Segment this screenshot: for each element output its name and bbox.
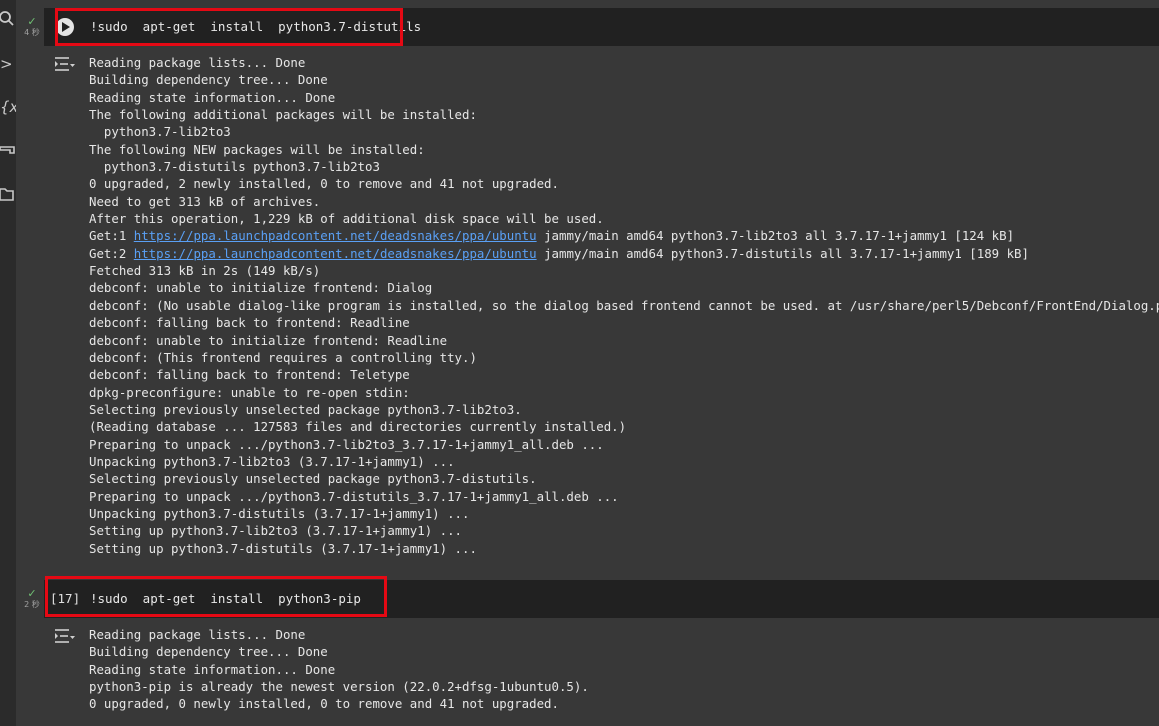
output-line: debconf: unable to initialize frontend: …	[89, 280, 433, 296]
output-line: Unpacking python3.7-lib2to3 (3.7.17-1+ja…	[89, 453, 455, 469]
output-line: Need to get 313 kB of archives.	[89, 193, 321, 209]
output-line: 0 upgraded, 2 newly installed, 0 to remo…	[89, 176, 559, 192]
cell1-exec-time: 4 秒	[24, 28, 40, 37]
output-line: debconf: unable to initialize frontend: …	[89, 332, 448, 348]
output-line: After this operation, 1,229 kB of additi…	[89, 211, 604, 227]
output-line: Reading state information... Done	[89, 661, 336, 677]
cell2-exec-time: 2 秒	[24, 600, 40, 609]
check-icon: ✓	[27, 587, 37, 600]
output-line: debconf: (This frontend requires a contr…	[89, 349, 477, 365]
output-line-prefix: Get:1	[89, 228, 134, 244]
output-line: python3.7-distutils python3.7-lib2to3	[89, 159, 380, 175]
cell2-highlight-box	[45, 576, 387, 617]
code-icon[interactable]: >	[0, 53, 16, 75]
output-line: Unpacking python3.7-distutils (3.7.17-1+…	[89, 505, 470, 521]
cell1-output: Reading package lists... Done Building de…	[89, 54, 1159, 557]
folder-icon[interactable]	[0, 185, 16, 207]
output-line: Building dependency tree... Done	[89, 644, 328, 660]
key-icon[interactable]	[0, 140, 16, 162]
output-line: Setting up python3.7-lib2to3 (3.7.17-1+j…	[89, 523, 462, 539]
output-line: Preparing to unpack .../python3.7-lib2to…	[89, 436, 604, 452]
output-line: Preparing to unpack .../python3.7-distut…	[89, 488, 619, 504]
output-line: debconf: falling back to frontend: Readl…	[89, 315, 410, 331]
variables-icon[interactable]: {x}	[0, 96, 16, 118]
output-line: 0 upgraded, 0 newly installed, 0 to remo…	[89, 696, 559, 712]
output-actions-icon[interactable]	[54, 627, 76, 645]
output-line: dpkg-preconfigure: unable to re-open std…	[89, 384, 410, 400]
output-line: Setting up python3.7-distutils (3.7.17-1…	[89, 540, 477, 556]
output-line: (Reading database ... 127583 files and d…	[89, 419, 627, 435]
output-line: debconf: (No usable dialog-like program …	[89, 297, 1159, 313]
left-sidebar: > {x}	[0, 0, 16, 726]
output-line: python3-pip is already the newest versio…	[89, 679, 589, 695]
output-line: Selecting previously unselected package …	[89, 471, 537, 487]
cell2-output: Reading package lists... Done Building de…	[89, 626, 1159, 713]
check-icon: ✓	[27, 15, 37, 28]
output-actions-icon[interactable]	[54, 55, 76, 73]
ppa-link[interactable]: https://ppa.launchpadcontent.net/deadsna…	[134, 228, 537, 243]
output-line-suffix: jammy/main amd64 python3.7-distutils all…	[536, 245, 1029, 261]
cell1-execution-status: ✓ 4 秒	[21, 16, 43, 38]
ppa-link[interactable]: https://ppa.launchpadcontent.net/deadsna…	[134, 246, 537, 261]
output-line: Building dependency tree... Done	[89, 72, 328, 88]
output-line: Reading state information... Done	[89, 89, 336, 105]
output-line: Reading package lists... Done	[89, 627, 306, 642]
output-line: Selecting previously unselected package …	[89, 401, 522, 417]
output-line: The following NEW packages will be insta…	[89, 141, 425, 157]
output-line: Fetched 313 kB in 2s (149 kB/s)	[89, 263, 321, 279]
output-line: python3.7-lib2to3	[89, 124, 231, 140]
output-line: Get:2 https://ppa.launchpadcontent.net/d…	[89, 245, 1159, 262]
cell2-execution-status: ✓ 2 秒	[21, 588, 43, 610]
output-line-prefix: Get:2	[89, 245, 134, 261]
output-line: debconf: falling back to frontend: Telet…	[89, 367, 410, 383]
cell1-highlight-box	[55, 8, 403, 46]
output-line: Reading package lists... Done	[89, 55, 306, 70]
output-line: The following additional packages will b…	[89, 107, 477, 123]
search-icon[interactable]	[0, 10, 16, 32]
output-line: Get:1 https://ppa.launchpadcontent.net/d…	[89, 227, 1159, 244]
output-line-suffix: jammy/main amd64 python3.7-lib2to3 all 3…	[536, 228, 1015, 244]
